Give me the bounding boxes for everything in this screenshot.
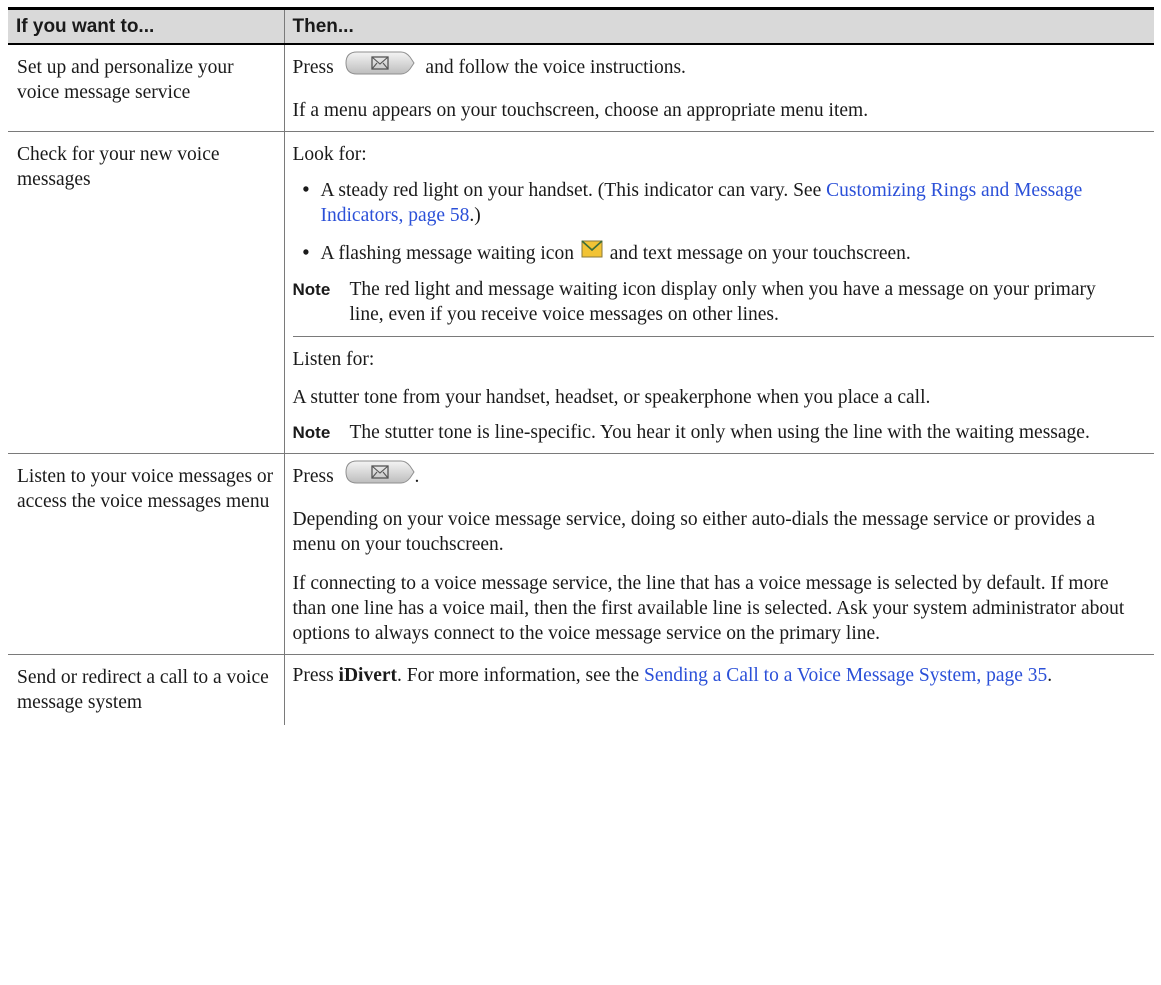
table-row: Listen to your voice messages or access … xyxy=(8,453,1154,656)
table-row: Set up and personalize your voice messag… xyxy=(8,44,1154,132)
action-cell: Press and follow the voice instructions.… xyxy=(284,44,1154,132)
look-for-text: Look for: xyxy=(292,144,367,165)
depending-text: Depending on your voice message service,… xyxy=(292,509,1096,556)
note-text: The red light and message waiting icon d… xyxy=(349,279,1096,326)
connecting-text: If connecting to a voice message service… xyxy=(292,573,1125,645)
table-row: Send or redirect a call to a voice messa… xyxy=(8,654,1154,726)
stutter-tone-text: A stutter tone from your handset, headse… xyxy=(292,387,931,409)
note-label: Note xyxy=(292,423,331,443)
table-row: Check for your new voice messages Look f… xyxy=(8,131,1154,455)
message-waiting-envelope-icon xyxy=(581,240,603,265)
menu-appears-text: If a menu appears on your touchscreen, c… xyxy=(292,100,869,121)
note-block: Note The stutter tone is line-specific. … xyxy=(293,414,1135,453)
action-cell: Press . Depending on your voice message … xyxy=(284,453,1154,656)
task-listen-messages: Listen to your voice messages or access … xyxy=(8,453,285,656)
note-text: The stutter tone is line-specific. You h… xyxy=(349,422,1090,444)
voice-messages-table: If you want to... Then... Set up and per… xyxy=(8,7,1154,726)
link-sending-call-voice-message[interactable]: Sending a Call to a Voice Message System… xyxy=(644,665,1047,686)
bullet-text-end: and text message on your touchscreen. xyxy=(609,243,911,264)
task-send-redirect-call: Send or redirect a call to a voice messa… xyxy=(8,654,285,726)
idivert-line: Press iDivert. For more information, see… xyxy=(293,655,1135,692)
press-text: Press xyxy=(292,466,334,487)
note-block: Note The red light and message waiting i… xyxy=(293,271,1135,336)
header-if-you-want-to: If you want to... xyxy=(8,7,285,45)
bullet-icon: • xyxy=(302,243,310,264)
list-item: • A flashing message waiting icon and te… xyxy=(293,232,1135,271)
press-follow-text: and follow the voice instructions. xyxy=(425,56,686,78)
info-text: . For more information, see the xyxy=(397,665,644,687)
bullet-text-end: .) xyxy=(469,205,481,226)
press-text: Press xyxy=(292,665,339,687)
messages-button-icon[interactable] xyxy=(345,51,415,82)
action-cell: Look for: • A steady red light on your h… xyxy=(284,131,1154,455)
note-label: Note xyxy=(292,280,331,300)
action-cell: Press iDivert. For more information, see… xyxy=(284,655,1154,726)
bullet-text: A flashing message waiting icon xyxy=(320,243,574,264)
task-setup-personalize: Set up and personalize your voice messag… xyxy=(8,44,285,132)
list-item: • A steady red light on your handset. (T… xyxy=(293,169,1135,232)
table-header-row: If you want to... Then... xyxy=(8,7,1154,45)
press-period: . xyxy=(414,466,420,487)
bullet-text: A steady red light on your handset. (Thi… xyxy=(320,180,827,201)
messages-button-icon[interactable] xyxy=(345,460,415,491)
task-check-new-messages: Check for your new voice messages xyxy=(8,131,285,455)
header-then: Then... xyxy=(284,7,1154,45)
indicator-list: • A steady red light on your handset. (T… xyxy=(293,169,1135,271)
press-line: Press and follow the voice instructions. xyxy=(293,45,1135,88)
press-text: Press xyxy=(292,56,334,78)
press-line: Press . xyxy=(293,454,1135,497)
idivert-softkey-label: iDivert xyxy=(338,665,398,687)
bullet-icon: • xyxy=(302,180,310,201)
listen-for-text: Listen for: xyxy=(292,349,375,371)
period-text: . xyxy=(1047,665,1053,687)
